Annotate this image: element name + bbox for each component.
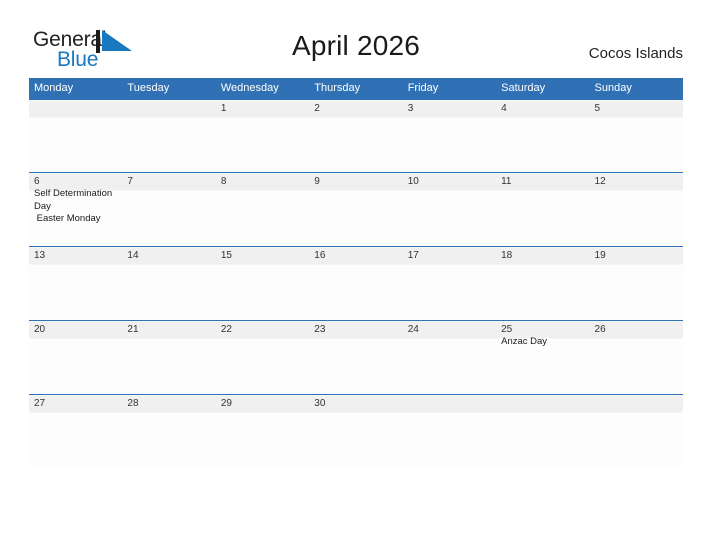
day-number: 27: [34, 398, 46, 409]
day-number: 19: [594, 250, 606, 261]
day-cell-11[interactable]: 11: [496, 172, 590, 247]
holiday-label: Easter Monday: [34, 213, 101, 224]
day-cell-7[interactable]: 7: [122, 172, 216, 247]
day-cell-10[interactable]: 10: [402, 172, 497, 247]
day-number: 7: [127, 176, 133, 187]
day-number: 14: [127, 250, 139, 261]
day-cell-16[interactable]: 16: [309, 246, 403, 321]
day-cell-empty[interactable]: [402, 394, 497, 468]
day-number: 5: [594, 103, 601, 114]
day-number: 22: [220, 324, 232, 335]
day-number: 29: [220, 398, 232, 409]
day-cell-27[interactable]: 27: [29, 394, 123, 468]
day-number: 20: [34, 324, 46, 335]
weekday-header-tuesday: Tuesday: [122, 78, 216, 100]
day-number: 8: [220, 176, 227, 187]
day-cell-19[interactable]: 19: [589, 246, 683, 321]
location-label: Cocos Islands: [588, 45, 683, 62]
holiday-label: Anzac Day: [501, 336, 548, 347]
day-number: 24: [407, 324, 419, 335]
calendar-body: 1 2 3 4 5 6 Self Determination Day Easter Mond…: [29, 99, 683, 468]
day-events: Anzac Day: [496, 335, 589, 349]
calendar-head: Monday Tuesday Wednesday Thursday Friday Satu…: [29, 78, 683, 100]
day-cell-20[interactable]: 20: [29, 320, 123, 395]
day-number: 9: [314, 176, 320, 187]
weekday-header-thursday: Thursday: [309, 78, 403, 100]
day-cell-empty[interactable]: [496, 394, 590, 468]
day-number: 30: [314, 398, 326, 409]
day-number: 6: [34, 176, 40, 187]
page-header: General Blue April 2026 Cocos Islands: [0, 0, 712, 78]
day-number: 21: [127, 324, 139, 335]
day-number: 23: [314, 324, 326, 335]
day-number: [122, 100, 215, 114]
day-number: [403, 395, 496, 409]
day-cell-17[interactable]: 17: [402, 246, 497, 321]
day-cell-2[interactable]: 2: [309, 99, 403, 173]
calendar-week-row: 20 21 22 23 24 25 Anzac Day 26: [29, 320, 683, 395]
day-cell-30[interactable]: 30: [309, 394, 403, 468]
day-number: 15: [220, 250, 232, 261]
calendar-week-row: 6 Self Determination Day Easter Monday 7 8 9…: [29, 172, 683, 247]
day-cell-12[interactable]: 12: [589, 172, 683, 247]
day-number: 3: [407, 103, 414, 114]
day-number: 2: [314, 103, 320, 114]
day-number: 1: [220, 103, 227, 114]
day-cell-18[interactable]: 18: [496, 246, 590, 321]
day-cell-4[interactable]: 4: [496, 99, 590, 173]
day-cell-24[interactable]: 24: [402, 320, 497, 395]
day-cell-empty[interactable]: [589, 394, 683, 468]
day-number: [590, 395, 683, 409]
day-cell-21[interactable]: 21: [122, 320, 216, 395]
day-cell-22[interactable]: 22: [215, 320, 310, 395]
calendar-week-row: 13 14 15 16 17 18 19: [29, 246, 683, 321]
day-cell-23[interactable]: 23: [309, 320, 403, 395]
day-cell-6[interactable]: 6 Self Determination Day Easter Monday: [29, 172, 123, 247]
day-number: 17: [407, 250, 419, 261]
day-number: 11: [501, 176, 512, 187]
day-number: 25: [501, 324, 513, 335]
calendar-container: Monday Tuesday Wednesday Thursday Friday Satu…: [29, 78, 683, 468]
calendar-table: Monday Tuesday Wednesday Thursday Friday Satu…: [29, 78, 683, 468]
day-cell-26[interactable]: 26: [589, 320, 683, 395]
day-number: 12: [594, 176, 606, 187]
weekday-header-saturday: Saturday: [496, 78, 590, 100]
weekday-header-sunday: Sunday: [589, 78, 683, 100]
weekday-header-friday: Friday: [402, 78, 497, 100]
day-cell-15[interactable]: 15: [215, 246, 310, 321]
day-cell-empty[interactable]: [29, 99, 123, 173]
holiday-label: Self Determination Day: [34, 188, 115, 212]
day-cell-13[interactable]: 13: [29, 246, 123, 321]
day-cell-9[interactable]: 9: [309, 172, 403, 247]
day-number: 4: [501, 103, 507, 114]
day-cell-28[interactable]: 28: [122, 394, 216, 468]
day-cell-5[interactable]: 5: [589, 99, 683, 173]
day-number: 26: [594, 324, 606, 335]
day-number: 10: [407, 176, 419, 187]
day-cell-3[interactable]: 3: [402, 99, 497, 173]
day-number: [29, 100, 122, 114]
day-cell-25[interactable]: 25 Anzac Day: [496, 320, 590, 395]
calendar-week-row: 1 2 3 4 5: [29, 99, 683, 173]
day-number: 13: [34, 250, 46, 261]
day-events: Self Determination Day Easter Monday: [29, 187, 122, 226]
day-number: 28: [127, 398, 139, 409]
day-cell-1[interactable]: 1: [215, 99, 310, 173]
weekday-header-wednesday: Wednesday: [215, 78, 310, 100]
day-cell-29[interactable]: 29: [215, 394, 310, 468]
weekday-header-monday: Monday: [29, 78, 123, 100]
calendar-week-row: 27 28 29 30: [29, 394, 683, 468]
day-cell-empty[interactable]: [122, 99, 216, 173]
weekday-header-row: Monday Tuesday Wednesday Thursday Friday Satu…: [29, 78, 683, 100]
day-cell-8[interactable]: 8: [215, 172, 310, 247]
day-number: [496, 395, 589, 409]
day-number: 16: [314, 250, 326, 261]
day-number: 18: [501, 250, 513, 261]
day-cell-14[interactable]: 14: [122, 246, 216, 321]
